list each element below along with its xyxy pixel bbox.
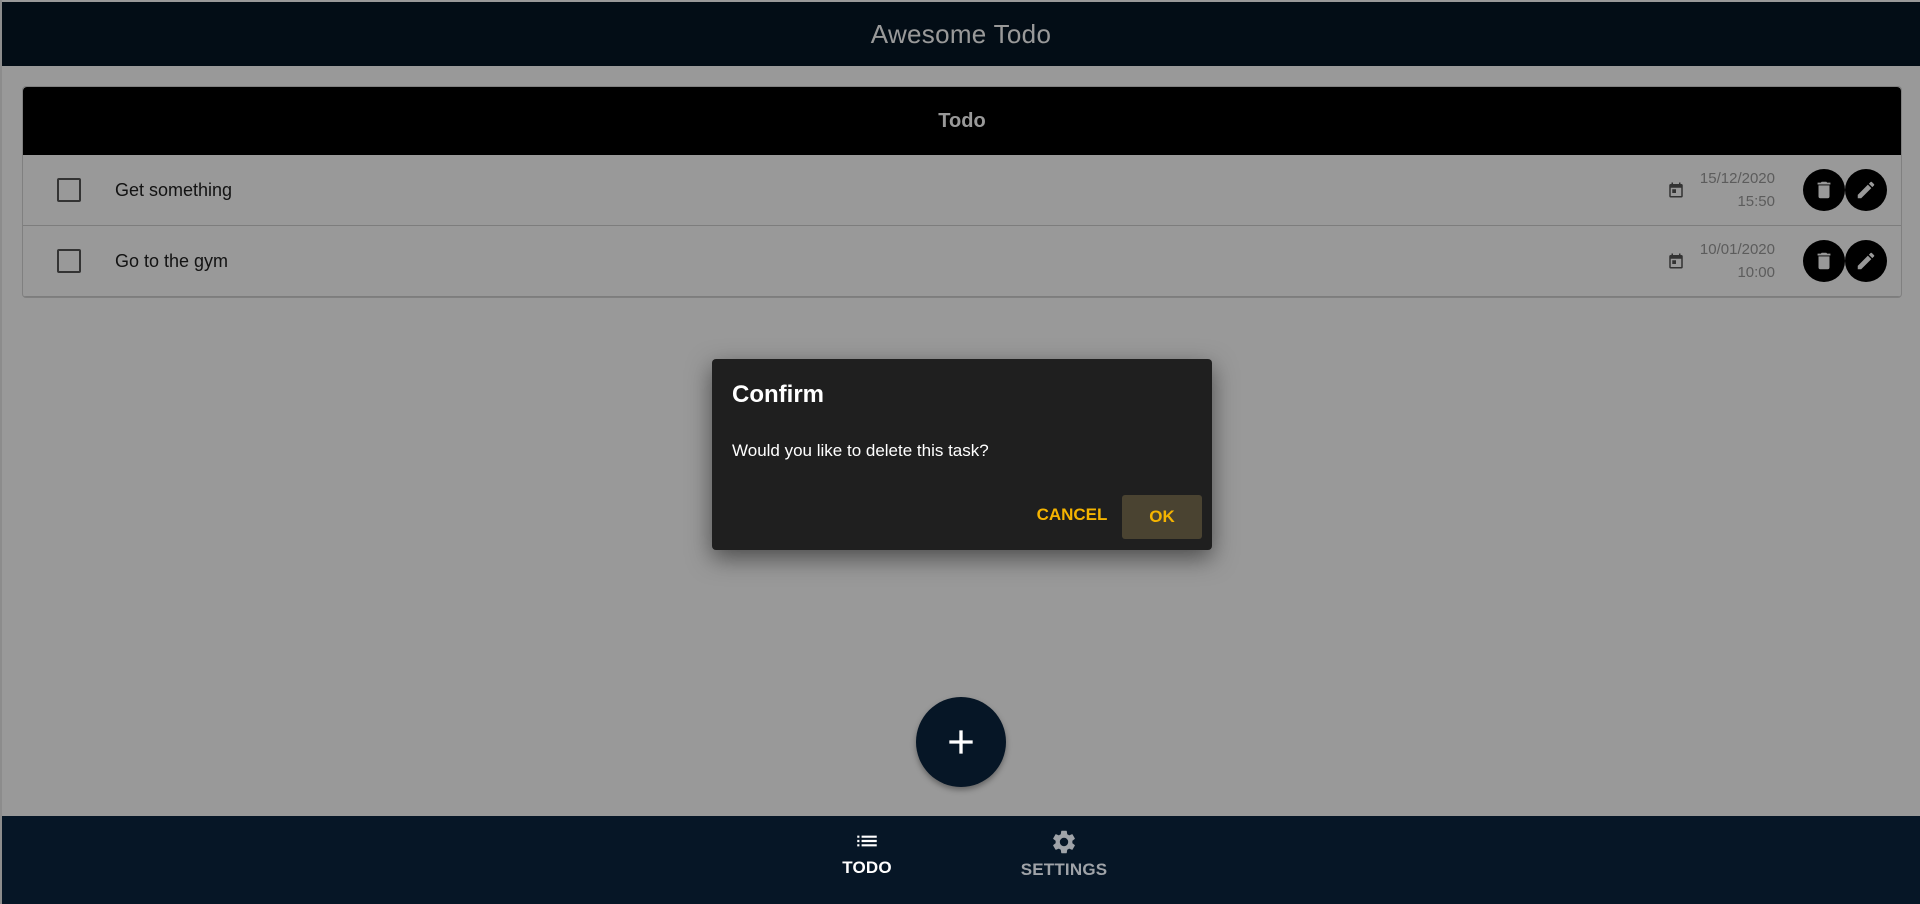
nav-item-label: SETTINGS xyxy=(1020,860,1108,879)
dialog-message: Would you like to delete this task? xyxy=(732,441,989,460)
plus-icon xyxy=(949,730,973,754)
cancel-button[interactable]: CANCEL xyxy=(1028,495,1116,535)
nav-item-settings[interactable]: SETTINGS xyxy=(1019,828,1109,880)
nav-item-label: TODO xyxy=(842,858,892,877)
confirm-dialog: Confirm Would you like to delete this ta… xyxy=(712,359,1212,550)
nav-item-todo[interactable]: TODO xyxy=(837,828,897,878)
list-icon xyxy=(857,835,877,847)
dialog-title: Confirm xyxy=(732,381,824,408)
add-task-button[interactable] xyxy=(916,697,1006,787)
gear-icon xyxy=(1053,830,1075,854)
bottom-navigation: TODO SETTINGS xyxy=(2,816,1920,904)
ok-button[interactable]: OK xyxy=(1122,495,1202,539)
